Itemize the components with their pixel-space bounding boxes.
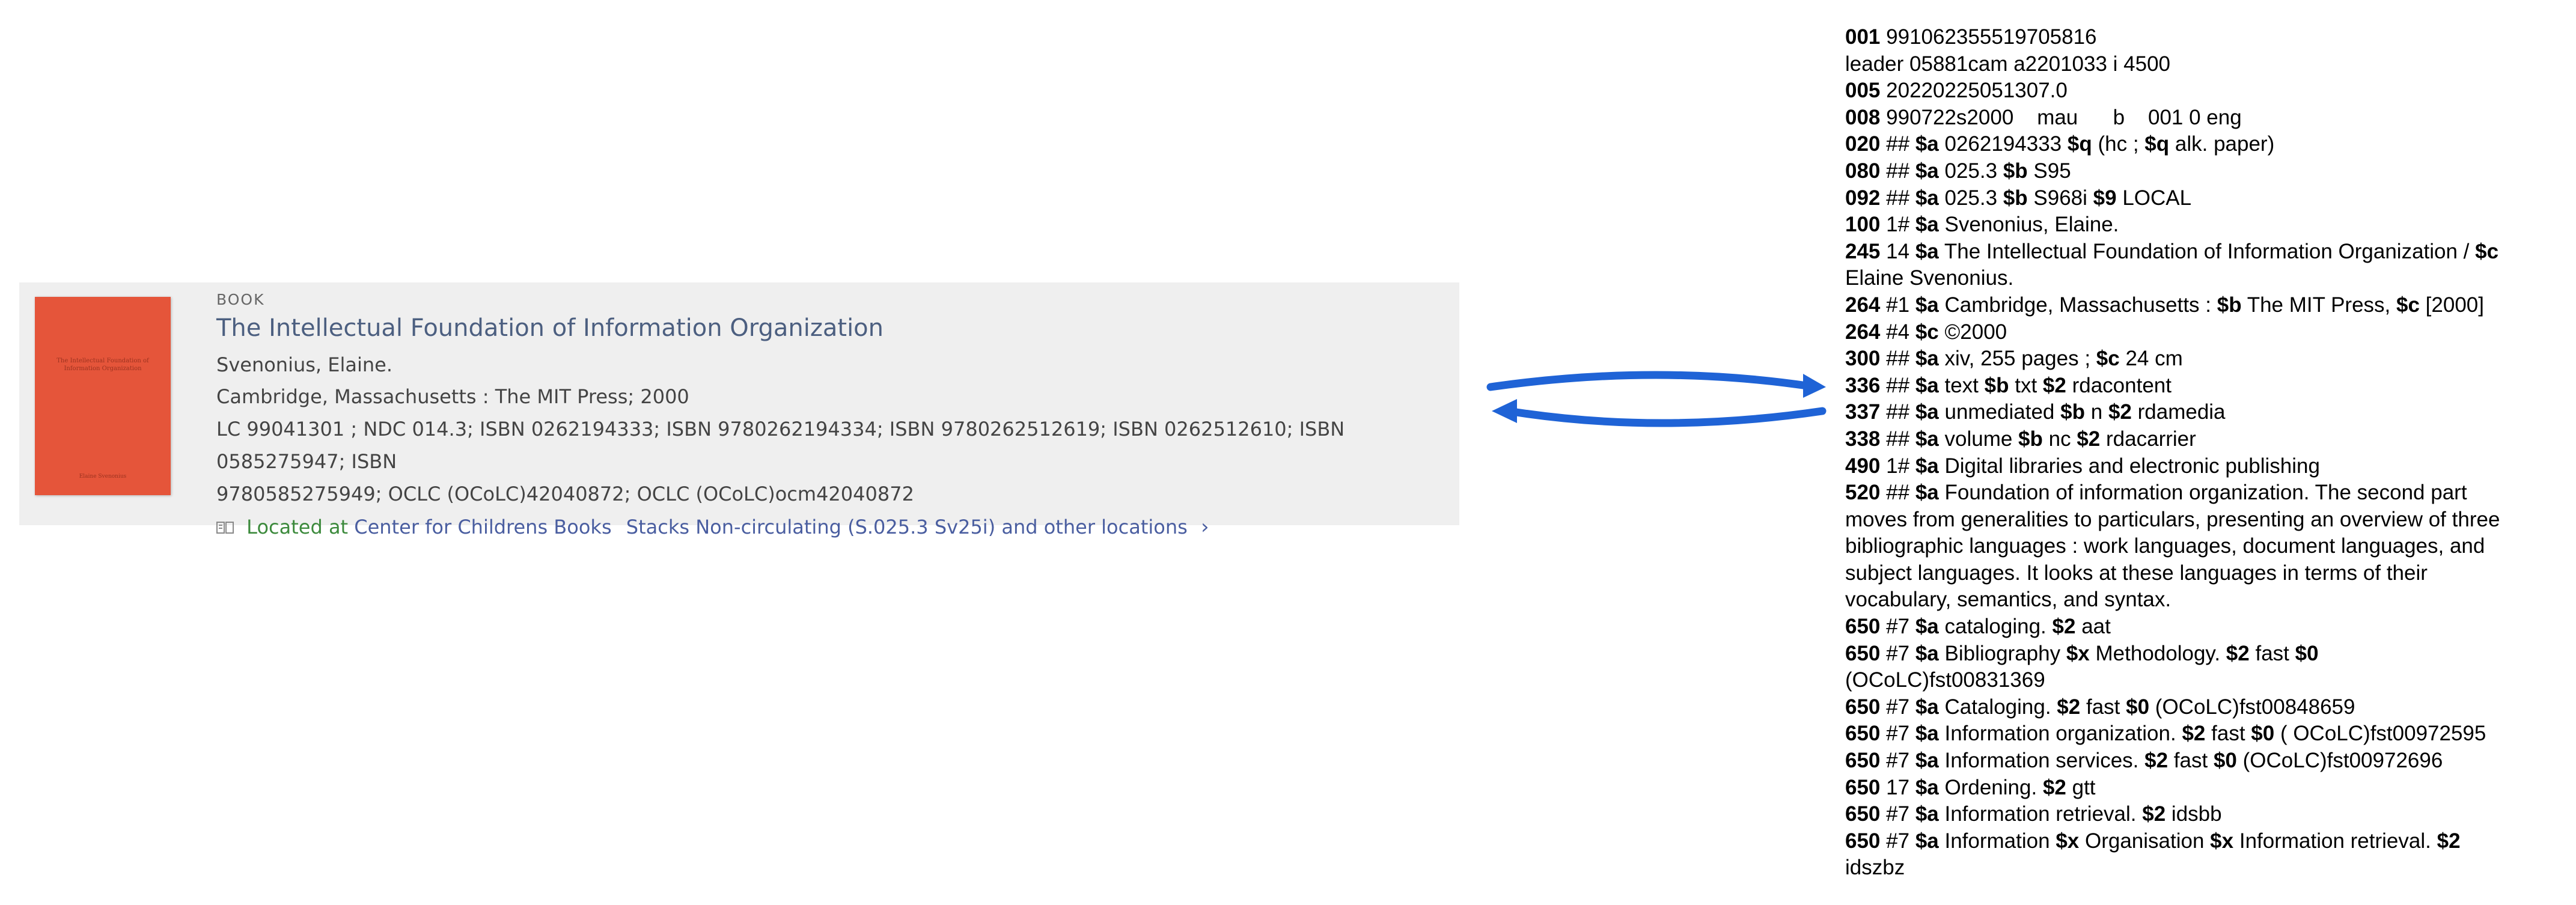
marc-field-650-h: 650 #7 $a Information $x Organisation $x…	[1845, 829, 2461, 853]
marc-field-650-h-cont: idszbz	[1845, 856, 1905, 880]
marc-field-338: 338 ## $a volume $b nc $2 rdacarrier	[1845, 427, 2196, 451]
marc-field-264-4: 264 #4 $c ©2000	[1845, 320, 2007, 344]
record-title-link[interactable]: The Intellectual Foundation of Informati…	[216, 314, 1450, 342]
book-cover-image[interactable]: The Intellectual Foundation of Informati…	[35, 297, 171, 495]
marc-field-300: 300 ## $a xiv, 255 pages ; $c 24 cm	[1845, 347, 2183, 371]
marc-field-092: 092 ## $a 025.3 $b S968i $9 LOCAL	[1845, 186, 2192, 210]
bidirectional-arrow	[1486, 371, 1827, 427]
marc-field-245-cont: Elaine Svenonius.	[1845, 266, 2014, 290]
marc-field-650-b: 650 #7 $a Bibliography $x Methodology. $…	[1845, 641, 2319, 665]
marc-field-337: 337 ## $a unmediated $b n $2 rdamedia	[1845, 400, 2226, 424]
record-publication: Cambridge, Massachusetts : The MIT Press…	[216, 385, 689, 408]
marc-field-520-cont-2: bibliographic languages : work languages…	[1845, 534, 2485, 558]
search-result-card[interactable]: The Intellectual Foundation of Informati…	[19, 282, 1459, 539]
arrow-to-card-head	[1492, 399, 1517, 423]
marc-field-520-cont-1: moves from generalities to particulars, …	[1845, 507, 2500, 531]
arrow-to-card	[1504, 407, 1827, 427]
marc-field-100: 100 1# $a Svenonius, Elaine.	[1845, 213, 2119, 237]
marc-field-264-1: 264 #1 $a Cambridge, Massachusetts : $b …	[1845, 293, 2484, 317]
marc-leader: leader 05881cam a2201033 i 4500	[1845, 52, 2171, 76]
arrow-to-marc	[1486, 371, 1819, 391]
record-info: BOOK The Intellectual Foundation of Info…	[216, 291, 1450, 539]
identifiers-line-2: 9780585275949; OCLC (OCoLC)42040872; OCL…	[216, 483, 914, 505]
marc-field-001: 001 991062355519705816	[1845, 25, 2097, 49]
chevron-right-icon[interactable]: ›	[1201, 515, 1209, 539]
marc-field-245: 245 14 $a The Intellectual Foundation of…	[1845, 239, 2499, 263]
arrow-to-marc-head	[1803, 374, 1826, 398]
marc-record: 001 991062355519705816 leader 05881cam a…	[1845, 24, 2566, 882]
availability-row[interactable]: Located at Center for Childrens Books St…	[216, 515, 1450, 539]
cover-author: Elaine Svenonius	[79, 474, 127, 480]
book-icon	[216, 522, 234, 534]
marc-field-005: 005 20220225051307.0	[1845, 79, 2068, 103]
marc-field-650-d: 650 #7 $a Information organization. $2 f…	[1845, 722, 2486, 746]
location-shelf-link[interactable]: Stacks Non-circulating (S.025.3 Sv25i) a…	[626, 516, 1188, 538]
marc-field-650-f: 650 17 $a Ordening. $2 gtt	[1845, 775, 2096, 799]
marc-field-650-g: 650 #7 $a Information retrieval. $2 idsb…	[1845, 802, 2222, 826]
marc-field-336: 336 ## $a text $b txt $2 rdacontent	[1845, 373, 2172, 397]
marc-field-650-e: 650 #7 $a Information services. $2 fast …	[1845, 749, 2443, 773]
marc-field-080: 080 ## $a 025.3 $b S95	[1845, 159, 2071, 183]
marc-field-020: 020 ## $a 0262194333 $q (hc ; $q alk. pa…	[1845, 132, 2275, 156]
marc-field-650-b-cont: (OCoLC)fst00831369	[1845, 668, 2045, 692]
cover-title: The Intellectual Foundation of Informati…	[56, 358, 149, 372]
location-label: Located at	[246, 516, 349, 538]
marc-field-520: 520 ## $a Foundation of information orga…	[1845, 481, 2467, 505]
marc-field-520-cont-3: subject languages. It looks at these lan…	[1845, 561, 2428, 585]
record-identifiers: LC 99041301 ; NDC 014.3; ISBN 0262194333…	[216, 413, 1450, 510]
location-library-link[interactable]: Center for Childrens Books	[354, 516, 611, 538]
marc-field-650-a: 650 #7 $a cataloging. $2 aat	[1845, 615, 2111, 639]
resource-type-label: BOOK	[216, 291, 265, 308]
marc-field-520-cont-4: vocabulary, semantics, and syntax.	[1845, 588, 2172, 612]
record-author: Svenonius, Elaine.	[216, 353, 393, 376]
identifiers-line-1: LC 99041301 ; NDC 014.3; ISBN 0262194333…	[216, 418, 1345, 473]
marc-field-008: 008 990722s2000 mau b 001 0 eng	[1845, 105, 2242, 129]
marc-field-650-c: 650 #7 $a Cataloging. $2 fast $0 (OCoLC)…	[1845, 695, 2355, 719]
marc-field-490: 490 1# $a Digital libraries and electron…	[1845, 454, 2320, 478]
